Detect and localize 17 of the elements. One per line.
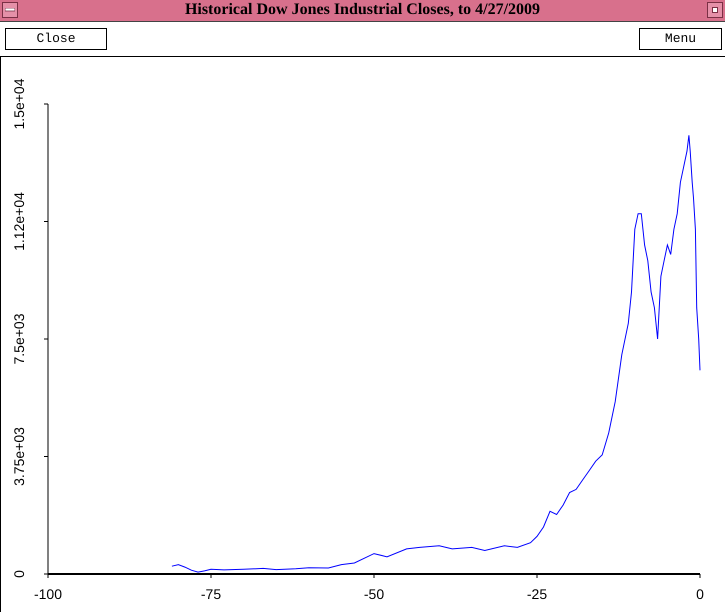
y-tick-label: 0 xyxy=(11,570,27,578)
x-tick-label: -50 xyxy=(364,586,384,602)
window-title: Historical Dow Jones Industrial Closes, to 4/27/2009 xyxy=(184,1,542,20)
y-tick-label: 7.5e+03 xyxy=(11,314,27,364)
y-tick-label: 3.75e+03 xyxy=(11,427,27,486)
x-tick-label: 0 xyxy=(696,586,704,602)
x-tick-label: -25 xyxy=(526,586,548,602)
menu-button[interactable]: Menu xyxy=(639,28,722,50)
x-tick-label: -75 xyxy=(200,586,222,602)
square-icon xyxy=(712,7,718,14)
x-tick-label: -100 xyxy=(34,586,62,602)
window-menu-button[interactable] xyxy=(2,2,18,18)
close-button[interactable]: Close xyxy=(5,28,107,50)
y-tick-label: 1.12e+04 xyxy=(11,192,27,251)
y-tick-label: 1.5e+04 xyxy=(11,78,27,130)
maximize-button[interactable] xyxy=(707,2,723,18)
minus-icon xyxy=(5,8,15,12)
